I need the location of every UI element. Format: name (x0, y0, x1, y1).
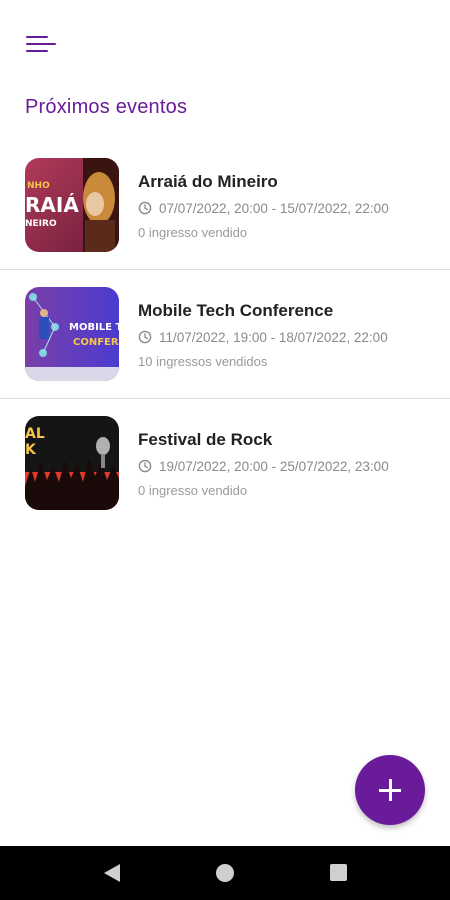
hamburger-menu-icon-line (26, 50, 48, 52)
svg-text:MOBILE T: MOBILE T (69, 322, 119, 333)
event-title: Mobile Tech Conference (138, 301, 334, 320)
event-tickets-sold: 0 ingresso vendido (138, 225, 248, 240)
clock-icon (138, 459, 152, 473)
event-date-row: 11/07/2022, 19:00 - 18/07/2022, 22:00 (138, 329, 388, 345)
svg-text:NEIRO: NEIRO (25, 219, 57, 229)
event-item-rock[interactable]: AL K Festival de Rock 19/07/2022, 20:00 … (0, 399, 450, 527)
event-thumbnail: NHO RAIÁ NEIRO (25, 158, 119, 252)
system-navigation-bar (0, 846, 450, 900)
mobile-tech-thumbnail-image: MOBILE T CONFER (25, 287, 119, 381)
event-thumbnail: AL K (25, 416, 119, 510)
svg-text:AL: AL (25, 426, 45, 442)
event-title: Festival de Rock (138, 430, 273, 449)
clock-icon (138, 201, 152, 215)
event-date-row: 07/07/2022, 20:00 - 15/07/2022, 22:00 (138, 200, 389, 216)
event-date: 19/07/2022, 20:00 - 25/07/2022, 23:00 (159, 458, 389, 474)
svg-text:RAIÁ: RAIÁ (25, 193, 79, 217)
event-date-row: 19/07/2022, 20:00 - 25/07/2022, 23:00 (138, 458, 389, 474)
recents-square-icon[interactable] (330, 864, 347, 881)
event-item-mobile-tech[interactable]: MOBILE T CONFER Mobile Tech Conference 1… (0, 270, 450, 399)
back-triangle-icon[interactable] (104, 864, 120, 882)
add-event-button[interactable] (355, 755, 425, 825)
rock-festival-thumbnail-image: AL K (25, 416, 119, 510)
svg-text:K: K (25, 442, 37, 458)
home-circle-icon[interactable] (216, 864, 234, 882)
hamburger-menu-icon-line (26, 43, 56, 45)
hamburger-menu-icon (26, 36, 48, 38)
page-title: Próximos eventos (25, 96, 188, 118)
event-list: NHO RAIÁ NEIRO Arraiá do Mineiro 07/07/2… (0, 141, 450, 527)
event-date: 07/07/2022, 20:00 - 15/07/2022, 22:00 (159, 200, 389, 216)
event-tickets-sold: 10 ingressos vendidos (138, 354, 268, 369)
menu-button[interactable] (22, 32, 62, 60)
event-tickets-sold: 0 ingresso vendido (138, 483, 248, 498)
event-item-arraia[interactable]: NHO RAIÁ NEIRO Arraiá do Mineiro 07/07/2… (0, 141, 450, 270)
event-title: Arraiá do Mineiro (138, 172, 278, 191)
svg-text:CONFER: CONFER (73, 337, 119, 348)
plus-icon-vertical (389, 779, 392, 801)
svg-text:NHO: NHO (27, 181, 50, 191)
clock-icon (138, 330, 152, 344)
event-thumbnail: MOBILE T CONFER (25, 287, 119, 381)
arraia-thumbnail-image: NHO RAIÁ NEIRO (25, 158, 119, 252)
event-date: 11/07/2022, 19:00 - 18/07/2022, 22:00 (159, 329, 388, 345)
